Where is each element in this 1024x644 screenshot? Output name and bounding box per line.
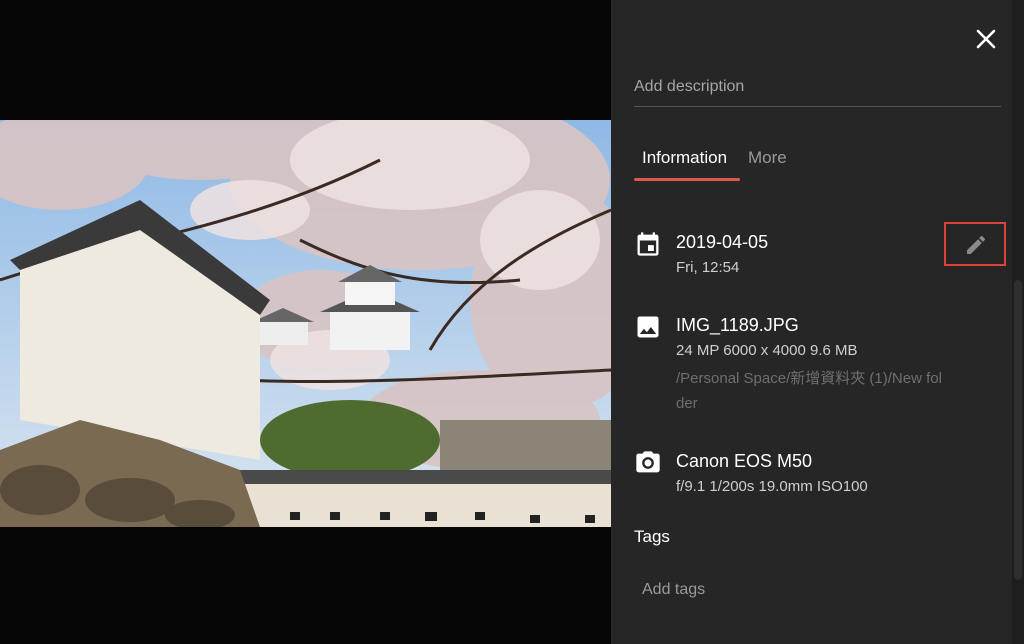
close-icon — [976, 29, 996, 49]
date-text: 2019-04-05 — [676, 232, 769, 252]
time-text: Fri, 12:54 — [676, 259, 740, 276]
close-button[interactable] — [974, 27, 998, 51]
file-name: IMG_1189.JPG — [676, 315, 799, 335]
tab-more[interactable]: More — [748, 146, 787, 170]
description-input[interactable]: Add description — [634, 74, 1001, 107]
camera-model: Canon EOS M50 — [676, 451, 813, 471]
file-path: /Personal Space/新增資料夾 (1)/New folder — [676, 370, 942, 412]
date-row: 2019-04-05 Fri, 12:54 — [634, 230, 954, 280]
camera-icon — [636, 451, 660, 473]
pencil-icon — [967, 235, 986, 254]
photo[interactable] — [0, 120, 611, 527]
edit-date-button[interactable] — [944, 222, 1006, 266]
camera-row: Canon EOS M50 f/9.1 1/200s 19.0mm ISO100 — [634, 449, 954, 499]
file-row: IMG_1189.JPG 24 MP 6000 x 4000 9.6 MB /P… — [634, 313, 954, 423]
tags-heading: Tags — [634, 527, 670, 546]
photo-image — [0, 120, 611, 527]
tab-information[interactable]: Information — [642, 146, 727, 170]
info-panel: Add description Information More 2019-04… — [611, 0, 1024, 644]
camera-settings: f/9.1 1/200s 19.0mm ISO100 — [676, 478, 868, 495]
scrollbar[interactable] — [1012, 0, 1024, 644]
active-tab-indicator — [634, 178, 740, 181]
file-details: 24 MP 6000 x 4000 9.6 MB — [676, 342, 858, 359]
scrollbar-thumb[interactable] — [1014, 280, 1022, 580]
image-icon — [637, 316, 659, 338]
photo-viewer — [0, 0, 611, 644]
calendar-icon — [637, 232, 659, 256]
add-tags-input[interactable]: Add tags — [642, 578, 705, 602]
